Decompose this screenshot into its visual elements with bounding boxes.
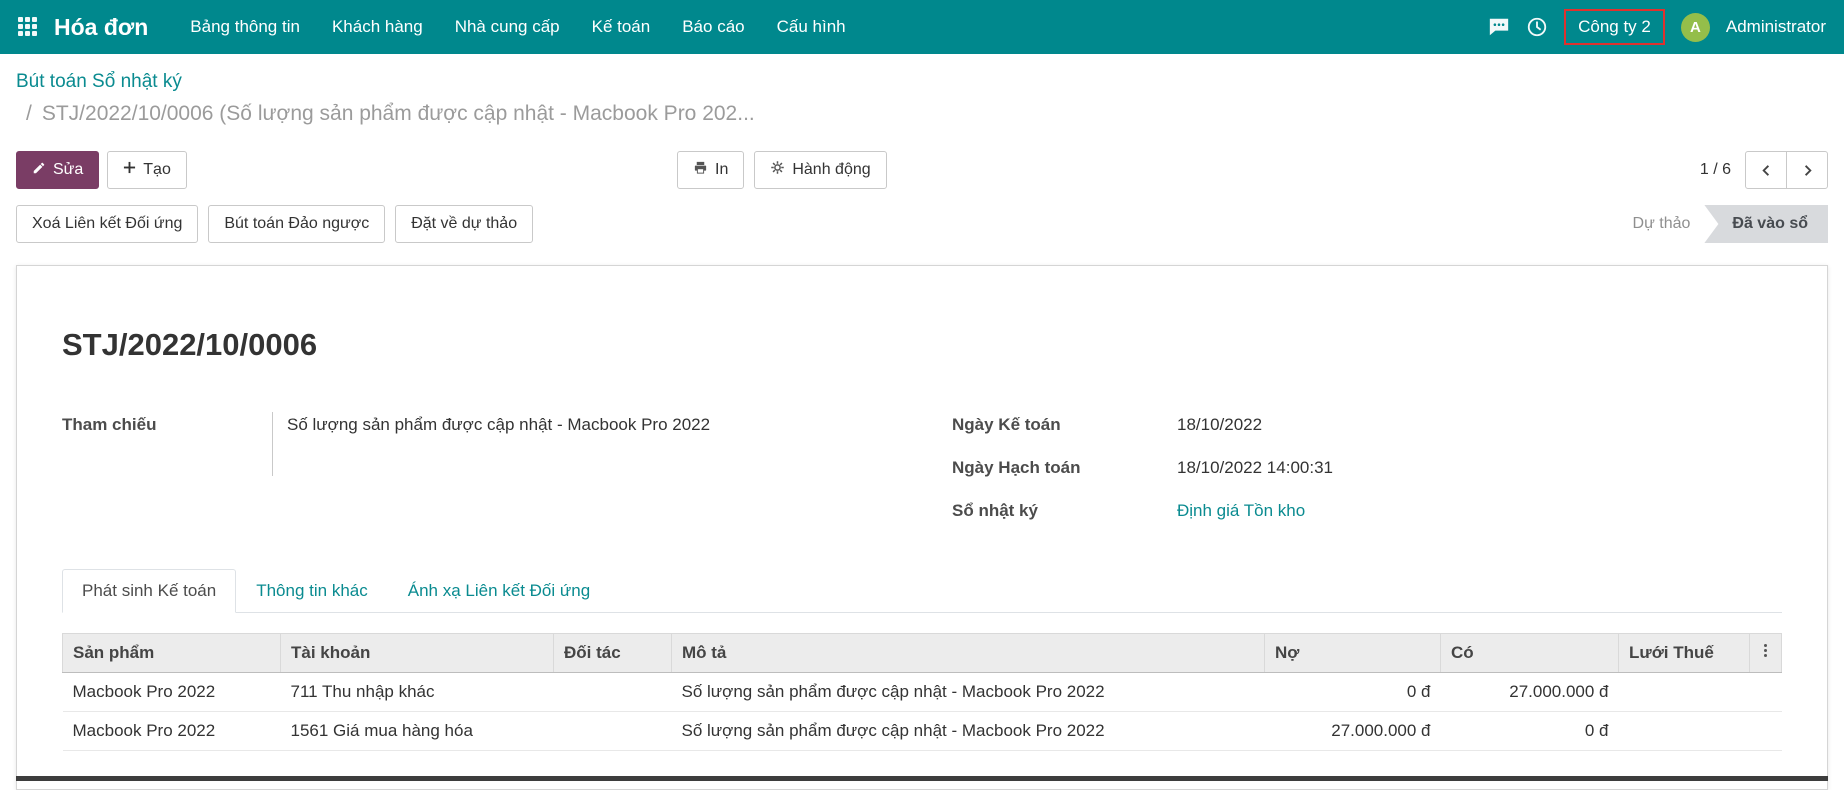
printer-icon (693, 160, 708, 180)
field-journal: Sổ nhật ký Định giá Tồn kho (952, 498, 1782, 524)
menu-item-configuration[interactable]: Cấu hình (761, 0, 862, 54)
form-sheet: STJ/2022/10/0006 Tham chiếu Số lượng sản… (16, 265, 1828, 790)
column-header-debit[interactable]: Nợ (1265, 634, 1441, 673)
menu-item-accounting[interactable]: Kế toán (576, 0, 667, 54)
action-button[interactable]: Hành động (754, 151, 886, 189)
control-panel: Sửa Tạo In (0, 145, 1844, 195)
field-reference: Tham chiếu Số lượng sản phẩm được cập nh… (62, 412, 892, 476)
cell-tax-grid[interactable] (1619, 673, 1750, 712)
field-posting-date: Ngày Hạch toán 18/10/2022 14:00:31 (952, 455, 1782, 481)
action-row: Xoá Liên kết Đối ứng Bút toán Đảo ngược … (0, 203, 1844, 245)
accounting-date-label: Ngày Kế toán (952, 412, 1177, 438)
create-button[interactable]: Tạo (107, 151, 187, 189)
column-header-tax-grid[interactable]: Lưới Thuế (1619, 634, 1750, 673)
pager-buttons (1745, 151, 1828, 189)
notebook-tabs: Phát sinh Kế toán Thông tin khác Ánh xạ … (62, 569, 1782, 613)
pager-previous-icon[interactable] (1745, 151, 1787, 189)
app-title[interactable]: Hóa đơn (54, 14, 148, 41)
cell-partner[interactable] (554, 673, 672, 712)
accounting-date-value[interactable]: 18/10/2022 (1177, 412, 1262, 438)
pager: 1 / 6 (1700, 151, 1828, 189)
column-header-account[interactable]: Tài khoản (281, 634, 554, 673)
menu-item-customers[interactable]: Khách hàng (316, 0, 439, 54)
form-fields: Tham chiếu Số lượng sản phẩm được cập nh… (62, 412, 1782, 541)
messages-icon[interactable] (1488, 16, 1510, 38)
user-menu[interactable]: Administrator (1726, 17, 1826, 37)
form-group-right: Ngày Kế toán 18/10/2022 Ngày Hạch toán 1… (952, 412, 1782, 541)
column-header-description[interactable]: Mô tả (672, 634, 1265, 673)
statusbar: Dự thảo Đã vào sổ (1623, 205, 1828, 243)
tab-other-info[interactable]: Thông tin khác (236, 569, 388, 613)
reset-to-draft-button[interactable]: Đặt về dự thảo (395, 205, 533, 243)
control-left: Sửa Tạo (16, 151, 187, 189)
pencil-icon (32, 161, 46, 180)
column-header-credit[interactable]: Có (1441, 634, 1619, 673)
print-button[interactable]: In (677, 151, 744, 189)
document-title: STJ/2022/10/0006 (62, 326, 1782, 364)
column-header-product[interactable]: Sản phẩm (63, 634, 281, 673)
pager-value: 1 / 6 (1700, 161, 1731, 179)
menu-item-dashboard[interactable]: Bảng thông tin (174, 0, 316, 54)
posting-date-value[interactable]: 18/10/2022 14:00:31 (1177, 455, 1333, 481)
cell-account[interactable]: 711 Thu nhập khác (281, 673, 554, 712)
cell-tax-grid[interactable] (1619, 712, 1750, 751)
cell-credit[interactable]: 0 đ (1441, 712, 1619, 751)
breadcrumb-current: STJ/2022/10/0006 (Số lượng sản phẩm được… (42, 100, 755, 127)
column-header-partner[interactable]: Đối tác (554, 634, 672, 673)
plus-icon (123, 161, 136, 179)
bottom-divider (16, 776, 1828, 781)
optional-columns-icon[interactable] (1750, 634, 1782, 673)
table-row[interactable]: Macbook Pro 2022 1561 Giá mua hàng hóa S… (63, 712, 1782, 751)
cell-description[interactable]: Số lượng sản phẩm được cập nhật - Macboo… (672, 673, 1265, 712)
tab-reconcile-mapping[interactable]: Ánh xạ Liên kết Đối ứng (388, 569, 610, 613)
reverse-entry-button[interactable]: Bút toán Đảo ngược (208, 205, 385, 243)
cell-partner[interactable] (554, 712, 672, 751)
cell-description[interactable]: Số lượng sản phẩm được cập nhật - Macboo… (672, 712, 1265, 751)
cell-account[interactable]: 1561 Giá mua hàng hóa (281, 712, 554, 751)
record-action-buttons: Xoá Liên kết Đối ứng Bút toán Đảo ngược … (16, 205, 533, 243)
cell-debit[interactable]: 27.000.000 đ (1265, 712, 1441, 751)
activities-clock-icon[interactable] (1526, 16, 1548, 38)
top-navbar: Hóa đơn Bảng thông tin Khách hàng Nhà cu… (0, 0, 1844, 54)
navbar-right: Công ty 2 A Administrator (1488, 9, 1826, 45)
control-center: In Hành động (677, 151, 887, 189)
status-draft[interactable]: Dự thảo (1623, 215, 1701, 233)
form-group-left: Tham chiếu Số lượng sản phẩm được cập nh… (62, 412, 892, 541)
breadcrumb: Bút toán Sổ nhật ký / STJ/2022/10/0006 (… (0, 54, 1844, 137)
status-posted[interactable]: Đã vào sổ (1704, 205, 1828, 243)
cell-credit[interactable]: 27.000.000 đ (1441, 673, 1619, 712)
table-header-row: Sản phẩm Tài khoản Đối tác Mô tả Nợ Có L… (63, 634, 1782, 673)
reference-label: Tham chiếu (62, 412, 272, 476)
tab-journal-items[interactable]: Phát sinh Kế toán (62, 569, 236, 613)
cell-product[interactable]: Macbook Pro 2022 (63, 673, 281, 712)
table-row[interactable]: Macbook Pro 2022 711 Thu nhập khác Số lư… (63, 673, 1782, 712)
avatar[interactable]: A (1681, 13, 1710, 42)
field-accounting-date: Ngày Kế toán 18/10/2022 (952, 412, 1782, 438)
unlink-reconcile-button[interactable]: Xoá Liên kết Đối ứng (16, 205, 198, 243)
cell-product[interactable]: Macbook Pro 2022 (63, 712, 281, 751)
main-menu: Bảng thông tin Khách hàng Nhà cung cấp K… (174, 0, 861, 54)
breadcrumb-parent-link[interactable]: Bút toán Sổ nhật ký (16, 70, 1828, 94)
company-switcher[interactable]: Công ty 2 (1564, 9, 1665, 45)
pager-next-icon[interactable] (1786, 151, 1828, 189)
journal-items-table: Sản phẩm Tài khoản Đối tác Mô tả Nợ Có L… (62, 633, 1782, 751)
journal-value-link[interactable]: Định giá Tồn kho (1177, 498, 1305, 524)
posting-date-label: Ngày Hạch toán (952, 455, 1177, 481)
breadcrumb-separator: / (26, 100, 32, 127)
breadcrumb-current-line: / STJ/2022/10/0006 (Số lượng sản phẩm đư… (16, 100, 1828, 127)
menu-item-reports[interactable]: Báo cáo (666, 0, 760, 54)
journal-label: Sổ nhật ký (952, 498, 1177, 524)
edit-button[interactable]: Sửa (16, 151, 99, 189)
apps-grid-icon[interactable] (18, 17, 38, 37)
menu-item-vendors[interactable]: Nhà cung cấp (439, 0, 576, 54)
gear-icon (770, 160, 785, 180)
cell-debit[interactable]: 0 đ (1265, 673, 1441, 712)
reference-value[interactable]: Số lượng sản phẩm được cập nhật - Macboo… (272, 412, 710, 476)
